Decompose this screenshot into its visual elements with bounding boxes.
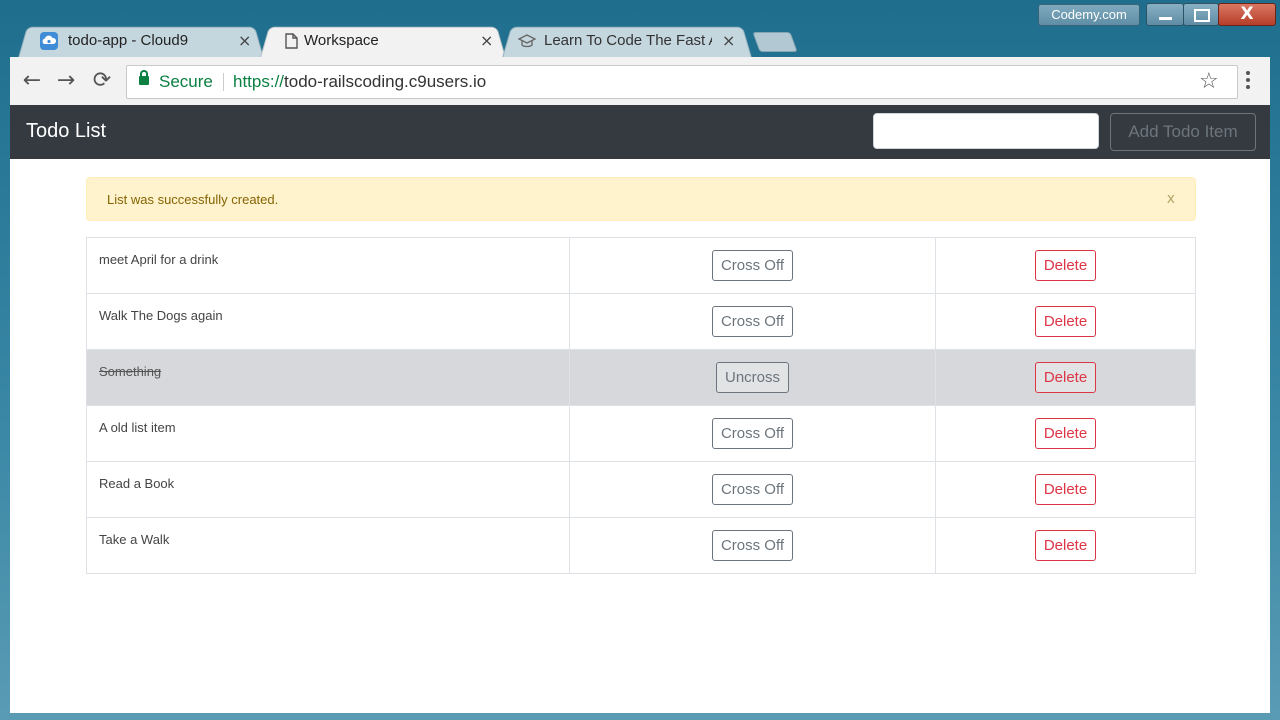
cross-off-button[interactable]: Cross Off (711, 418, 794, 449)
delete-button[interactable]: Delete (1034, 250, 1097, 281)
todo-text: meet April for a drink (99, 252, 219, 267)
back-icon[interactable]: ← (20, 69, 44, 93)
watermark-badge: Codemy.com (1038, 4, 1140, 26)
success-alert: List was successfully created. x (86, 177, 1196, 221)
delete-button[interactable]: Delete (1034, 306, 1097, 337)
table-row: Take a Walk Cross Off Delete (86, 517, 1196, 574)
add-todo-item-button[interactable]: Add Todo Item (1110, 113, 1256, 151)
new-tab-button[interactable] (752, 32, 798, 52)
delete-button[interactable]: Delete (1034, 362, 1097, 393)
todo-item-input[interactable] (873, 113, 1099, 149)
maximize-button[interactable] (1183, 3, 1219, 26)
alert-dismiss-icon[interactable]: x (1167, 191, 1175, 207)
todo-text: A old list item (99, 420, 176, 435)
tab-label: todo-app - Cloud9 (68, 32, 189, 49)
cross-off-button[interactable]: Cross Off (711, 250, 794, 281)
web-page: Todo List Add Todo Item List was success… (10, 105, 1270, 713)
bookmark-star-icon[interactable]: ☆ (1199, 69, 1219, 94)
tab-label: Workspace (304, 32, 379, 49)
app-navbar: Todo List Add Todo Item (10, 105, 1270, 159)
minimize-icon (1159, 17, 1172, 20)
cross-off-button[interactable]: Cross Off (711, 474, 794, 505)
tab-close-icon[interactable]: × (480, 31, 493, 50)
todo-text: Walk The Dogs again (99, 308, 223, 323)
delete-button[interactable]: Delete (1034, 418, 1097, 449)
forward-icon[interactable]: → (54, 69, 78, 93)
tab-learn-to-code[interactable]: Learn To Code The Fast A × (502, 24, 752, 58)
todo-table: meet April for a drink Cross Off Delete … (86, 237, 1196, 574)
url-text: https://todo-railscoding.c9users.io (233, 72, 486, 92)
menu-kebab-icon[interactable] (1246, 71, 1250, 92)
tab-cloud9[interactable]: todo-app - Cloud9 × (18, 24, 264, 58)
page-icon (285, 33, 298, 49)
todo-text: Read a Book (99, 476, 175, 491)
delete-button[interactable]: Delete (1034, 474, 1097, 505)
reload-icon[interactable]: ⟳ (90, 69, 114, 93)
table-row: Read a Book Cross Off Delete (86, 461, 1196, 518)
cloud9-icon (40, 32, 58, 50)
close-icon: X (1240, 4, 1254, 24)
url-host: todo-railscoding.c9users.io (284, 72, 487, 91)
cross-off-button[interactable]: Cross Off (711, 306, 794, 337)
tab-close-icon[interactable]: × (722, 31, 735, 50)
tab-label: Learn To Code The Fast A (544, 32, 712, 49)
todo-text: Something (99, 364, 162, 379)
secure-label: Secure (159, 72, 213, 91)
window-controls: X (1146, 3, 1276, 26)
table-row: A old list item Cross Off Delete (86, 405, 1196, 462)
address-bar[interactable]: Secure https://todo-railscoding.c9users.… (126, 65, 1238, 99)
table-row: Walk The Dogs again Cross Off Delete (86, 293, 1196, 350)
window-close-button[interactable]: X (1218, 3, 1276, 26)
app-brand[interactable]: Todo List (26, 120, 106, 143)
lock-icon (139, 70, 149, 85)
todo-text: Take a Walk (99, 532, 170, 547)
tab-close-icon[interactable]: × (238, 31, 251, 50)
maximize-icon (1194, 9, 1210, 22)
url-scheme: https:// (233, 72, 285, 91)
cross-off-button[interactable]: Cross Off (711, 530, 794, 561)
tab-workspace[interactable]: Workspace × (260, 24, 506, 58)
alert-message: List was successfully created. (107, 192, 279, 207)
table-row: meet April for a drink Cross Off Delete (86, 237, 1196, 294)
minimize-button[interactable] (1146, 3, 1184, 26)
delete-button[interactable]: Delete (1034, 530, 1097, 561)
uncross-button[interactable]: Uncross (715, 362, 789, 393)
browser-toolbar: ← → ⟳ Secure https://todo-railscoding.c9… (10, 57, 1270, 106)
graduation-cap-icon (518, 34, 536, 48)
table-row-completed: Something Uncross Delete (86, 349, 1196, 406)
